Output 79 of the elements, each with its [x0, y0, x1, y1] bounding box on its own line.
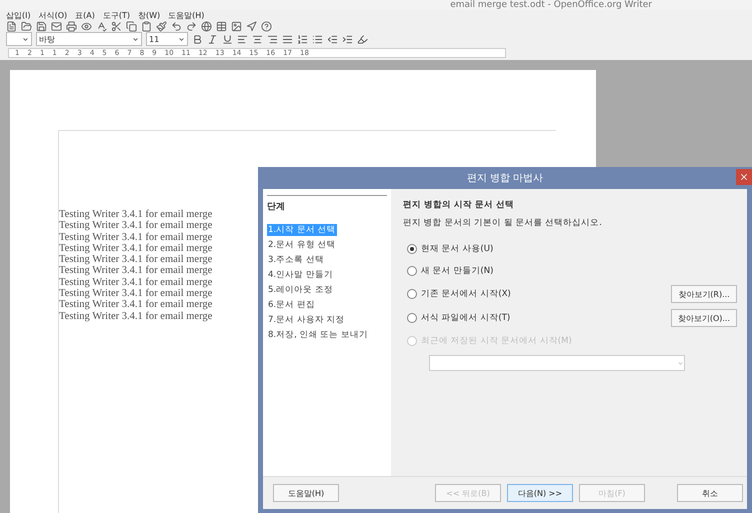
close-icon — [739, 172, 749, 182]
menu-item[interactable]: 도움말(H) — [168, 10, 204, 21]
step-item[interactable]: 7.문서 사용자 지정 — [267, 314, 346, 326]
copy-icon[interactable] — [126, 21, 137, 32]
cut-icon[interactable] — [111, 21, 122, 32]
navigator-icon[interactable] — [246, 21, 257, 32]
menu-item[interactable]: 도구(T) — [102, 10, 130, 21]
bullet-list-icon[interactable] — [312, 34, 323, 44]
underline-icon[interactable] — [222, 34, 233, 44]
description-text: 편지 병합 문서의 기본이 될 문서를 선택하십시오. — [403, 217, 603, 229]
document-text-line: Testing Writer 3.4.1 for email merge — [59, 310, 212, 322]
radio-option[interactable]: 현재 문서 사용(U) — [403, 243, 494, 255]
chevron-down-icon — [132, 36, 139, 42]
align-left-icon[interactable] — [237, 34, 248, 44]
paste-icon[interactable] — [141, 21, 152, 32]
justify-icon[interactable] — [282, 34, 293, 44]
radio-option[interactable]: 서식 파일에서 시작(T) — [403, 312, 510, 324]
document-text-line: Testing Writer 3.4.1 for email merge — [59, 242, 212, 254]
print-icon[interactable] — [66, 21, 77, 32]
brush-icon[interactable] — [156, 21, 167, 32]
radio-dot[interactable] — [407, 266, 417, 276]
step-item[interactable]: 3.주소록 선택 — [267, 254, 325, 266]
chevron-down-icon — [22, 36, 29, 42]
radio-dot[interactable] — [407, 313, 417, 323]
menu-item[interactable]: 창(W) — [138, 10, 160, 21]
window-title: email merge test.odt - OpenOffice.org Writer — [450, 0, 652, 10]
folder-icon[interactable] — [21, 21, 32, 32]
table-icon[interactable] — [216, 21, 227, 32]
dialog-button[interactable]: 도움말(H) — [273, 484, 339, 502]
dialog-title: 편지 병합 마법사 — [466, 172, 544, 185]
document-text-line: Testing Writer 3.4.1 for email merge — [59, 209, 212, 220]
new-document-icon[interactable] — [6, 21, 17, 32]
radio-option[interactable]: 기존 문서에서 시작(X) — [403, 288, 511, 300]
chevron-down-icon — [178, 36, 185, 42]
step-item[interactable]: 8.저장, 인쇄 또는 보내기 — [267, 329, 369, 341]
document-text-line: Testing Writer 3.4.1 for email merge — [59, 265, 212, 277]
radio-dot[interactable] — [407, 244, 417, 254]
step-item[interactable]: 2.문서 유형 선택 — [267, 239, 337, 251]
menu-item[interactable]: 서식(O) — [38, 10, 68, 21]
italic-icon[interactable] — [207, 34, 218, 44]
browse-button[interactable]: 찾아보기(O)... — [670, 309, 737, 327]
image-icon[interactable] — [231, 21, 242, 32]
document-text-line: Testing Writer 3.4.1 for email merge — [59, 254, 212, 266]
eye-icon[interactable] — [81, 21, 92, 32]
outdent-icon[interactable] — [327, 34, 338, 44]
spellcheck-icon[interactable] — [96, 21, 107, 32]
radio-dot[interactable] — [407, 289, 417, 299]
undo-icon[interactable] — [171, 21, 182, 32]
step-item[interactable]: 5.레이아웃 조정 — [267, 284, 334, 296]
dialog-button[interactable]: 다음(N) >> — [507, 484, 573, 502]
highlighter-icon[interactable] — [357, 34, 368, 44]
dialog-button[interactable]: 취소 — [677, 484, 743, 502]
align-right-icon[interactable] — [267, 34, 278, 44]
step-item[interactable]: 4.인사말 만들기 — [267, 269, 334, 281]
save-icon[interactable] — [36, 21, 47, 32]
document-text-line: Testing Writer 3.4.1 for email merge — [59, 288, 212, 300]
radio-option[interactable]: 새 문서 만들기(N) — [403, 265, 494, 277]
indent-icon[interactable] — [342, 34, 353, 44]
step-item[interactable]: 6.문서 편집 — [267, 299, 316, 311]
menu-item[interactable]: 삽입(I) — [6, 10, 31, 21]
numbered-list-icon[interactable] — [297, 34, 308, 44]
section-heading: 편지 병합의 시작 문서 선택 — [403, 199, 515, 211]
document-text-line: Testing Writer 3.4.1 for email merge — [59, 299, 212, 311]
bold-icon[interactable] — [192, 34, 203, 44]
globe-icon[interactable] — [201, 21, 212, 32]
document-text-line: Testing Writer 3.4.1 for email merge — [59, 220, 212, 232]
align-center-icon[interactable] — [252, 34, 263, 44]
font-name-dropdown[interactable]: 바탕 — [36, 32, 142, 46]
browse-button[interactable]: 찾아보기(R)... — [671, 285, 737, 303]
help-icon[interactable] — [261, 21, 272, 32]
close-button[interactable] — [736, 169, 752, 185]
document-text-line: Testing Writer 3.4.1 for email merge — [59, 276, 212, 288]
mail-icon[interactable] — [51, 21, 62, 32]
menu-item[interactable]: 표(A) — [75, 10, 95, 21]
redo-icon[interactable] — [186, 21, 197, 32]
chevron-down-icon — [677, 360, 684, 366]
steps-heading: 단계 — [267, 195, 387, 213]
document-text-line: Testing Writer 3.4.1 for email merge — [59, 232, 212, 243]
font-size-dropdown[interactable]: 11 — [146, 32, 188, 46]
